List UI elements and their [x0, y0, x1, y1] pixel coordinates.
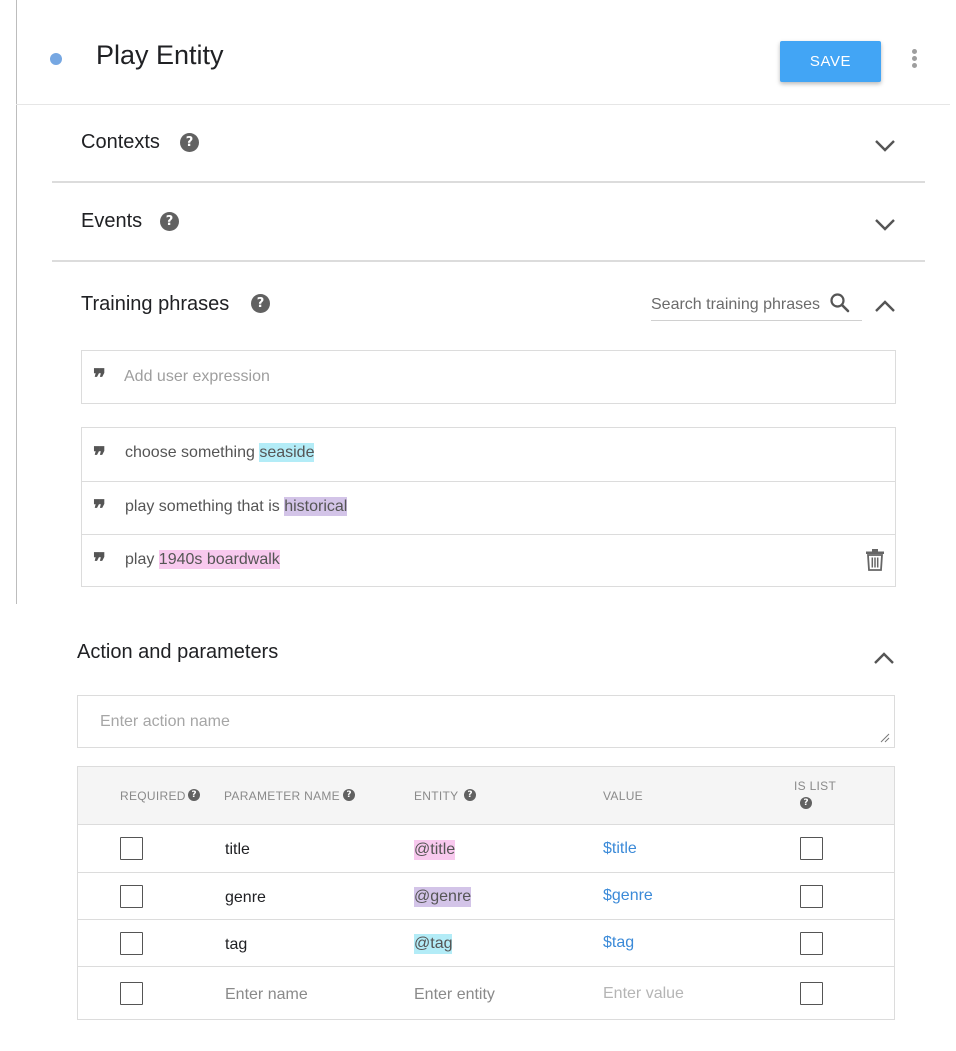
save-button[interactable]: SAVE [780, 41, 881, 82]
section-divider [52, 260, 925, 262]
enter-entity-input[interactable]: Enter entity [414, 986, 495, 1004]
left-border [16, 0, 17, 604]
chevron-up-icon[interactable] [873, 651, 895, 665]
is-list-checkbox[interactable] [800, 885, 823, 908]
search-icon[interactable] [829, 292, 851, 314]
action-name-input[interactable] [100, 710, 860, 734]
header-value: VALUE [603, 789, 643, 803]
table-row: genre @genre $genre [78, 873, 894, 920]
search-training-phrases [651, 290, 862, 321]
parameter-name[interactable]: genre [225, 889, 266, 907]
enter-value-input[interactable]: Enter value [603, 985, 684, 1003]
entity-tag[interactable]: @title [414, 840, 456, 860]
table-row: title @title $title [78, 825, 894, 873]
is-list-checkbox[interactable] [800, 932, 823, 955]
header-parameter-name: PARAMETER NAME [224, 789, 340, 803]
header-divider [16, 104, 950, 105]
chevron-down-icon[interactable] [874, 218, 896, 232]
list-item[interactable]: ❞ play something that is historical [82, 481, 895, 534]
parameter-value[interactable]: $tag [603, 934, 634, 952]
help-circle-icon[interactable]: ? [800, 797, 812, 809]
entity-annotation[interactable]: 1940s boardwalk [158, 550, 280, 569]
chevron-down-icon[interactable] [874, 139, 896, 153]
help-circle-icon[interactable]: ? [180, 133, 199, 152]
phrase-prefix: play [125, 551, 159, 568]
is-list-checkbox[interactable] [800, 982, 823, 1005]
section-divider [52, 181, 925, 183]
events-title: Events [81, 210, 143, 232]
more-vert-icon[interactable] [908, 49, 920, 69]
trash-icon[interactable] [865, 548, 885, 572]
add-user-expression-input[interactable] [124, 364, 864, 390]
entity-tag[interactable]: @genre [414, 887, 472, 907]
quote-icon: ❞ [93, 363, 106, 392]
is-list-checkbox[interactable] [800, 837, 823, 860]
header-is-list: IS LIST [794, 779, 837, 793]
enter-name-input[interactable]: Enter name [225, 986, 308, 1004]
search-input[interactable] [651, 293, 826, 317]
required-checkbox[interactable] [120, 982, 143, 1005]
help-circle-icon[interactable]: ? [464, 789, 476, 801]
parameter-value[interactable]: $title [603, 840, 637, 858]
entity-annotation[interactable]: historical [284, 497, 348, 516]
required-checkbox[interactable] [120, 885, 143, 908]
entity-annotation[interactable]: seaside [259, 443, 315, 462]
list-item[interactable]: ❞ play 1940s boardwalk [82, 534, 895, 587]
table-row-new: Enter name Enter entity Enter value [78, 967, 894, 1019]
help-circle-icon[interactable]: ? [251, 294, 270, 313]
quote-icon: ❞ [93, 494, 106, 523]
resize-handle-icon[interactable] [880, 733, 890, 743]
list-item[interactable]: ❞ choose something seaside [82, 428, 895, 481]
table-row: tag @tag $tag [78, 920, 894, 967]
phrase-text[interactable]: play something that is historical [125, 497, 348, 516]
contexts-title: Contexts [81, 131, 160, 153]
required-checkbox[interactable] [120, 837, 143, 860]
phrase-prefix: play something that is [125, 498, 285, 515]
help-circle-icon[interactable]: ? [188, 789, 200, 801]
entity-tag[interactable]: @tag [414, 934, 453, 954]
help-circle-icon[interactable]: ? [343, 789, 355, 801]
training-phrases-list: ❞ choose something seaside ❞ play someth… [81, 427, 896, 587]
page-title: Play Entity [96, 40, 224, 70]
help-circle-icon[interactable]: ? [160, 212, 179, 231]
header-required: REQUIRED [120, 789, 186, 803]
parameter-name[interactable]: tag [225, 936, 247, 954]
action-parameters-title: Action and parameters [77, 641, 279, 663]
training-phrases-title: Training phrases [81, 293, 230, 315]
parameter-name[interactable]: title [225, 841, 250, 859]
header-entity: ENTITY [414, 789, 459, 803]
parameter-value[interactable]: $genre [603, 887, 653, 905]
required-checkbox[interactable] [120, 932, 143, 955]
phrase-text[interactable]: choose something seaside [125, 443, 315, 462]
parameters-table: REQUIRED ? PARAMETER NAME ? ENTITY ? VAL… [77, 766, 895, 1020]
quote-icon: ❞ [93, 547, 106, 576]
phrase-prefix: choose something [125, 444, 260, 461]
status-dot-icon [50, 53, 62, 65]
phrase-text[interactable]: play 1940s boardwalk [125, 550, 280, 569]
table-header: REQUIRED ? PARAMETER NAME ? ENTITY ? VAL… [78, 767, 894, 825]
chevron-up-icon[interactable] [874, 299, 896, 313]
quote-icon: ❞ [93, 441, 106, 470]
